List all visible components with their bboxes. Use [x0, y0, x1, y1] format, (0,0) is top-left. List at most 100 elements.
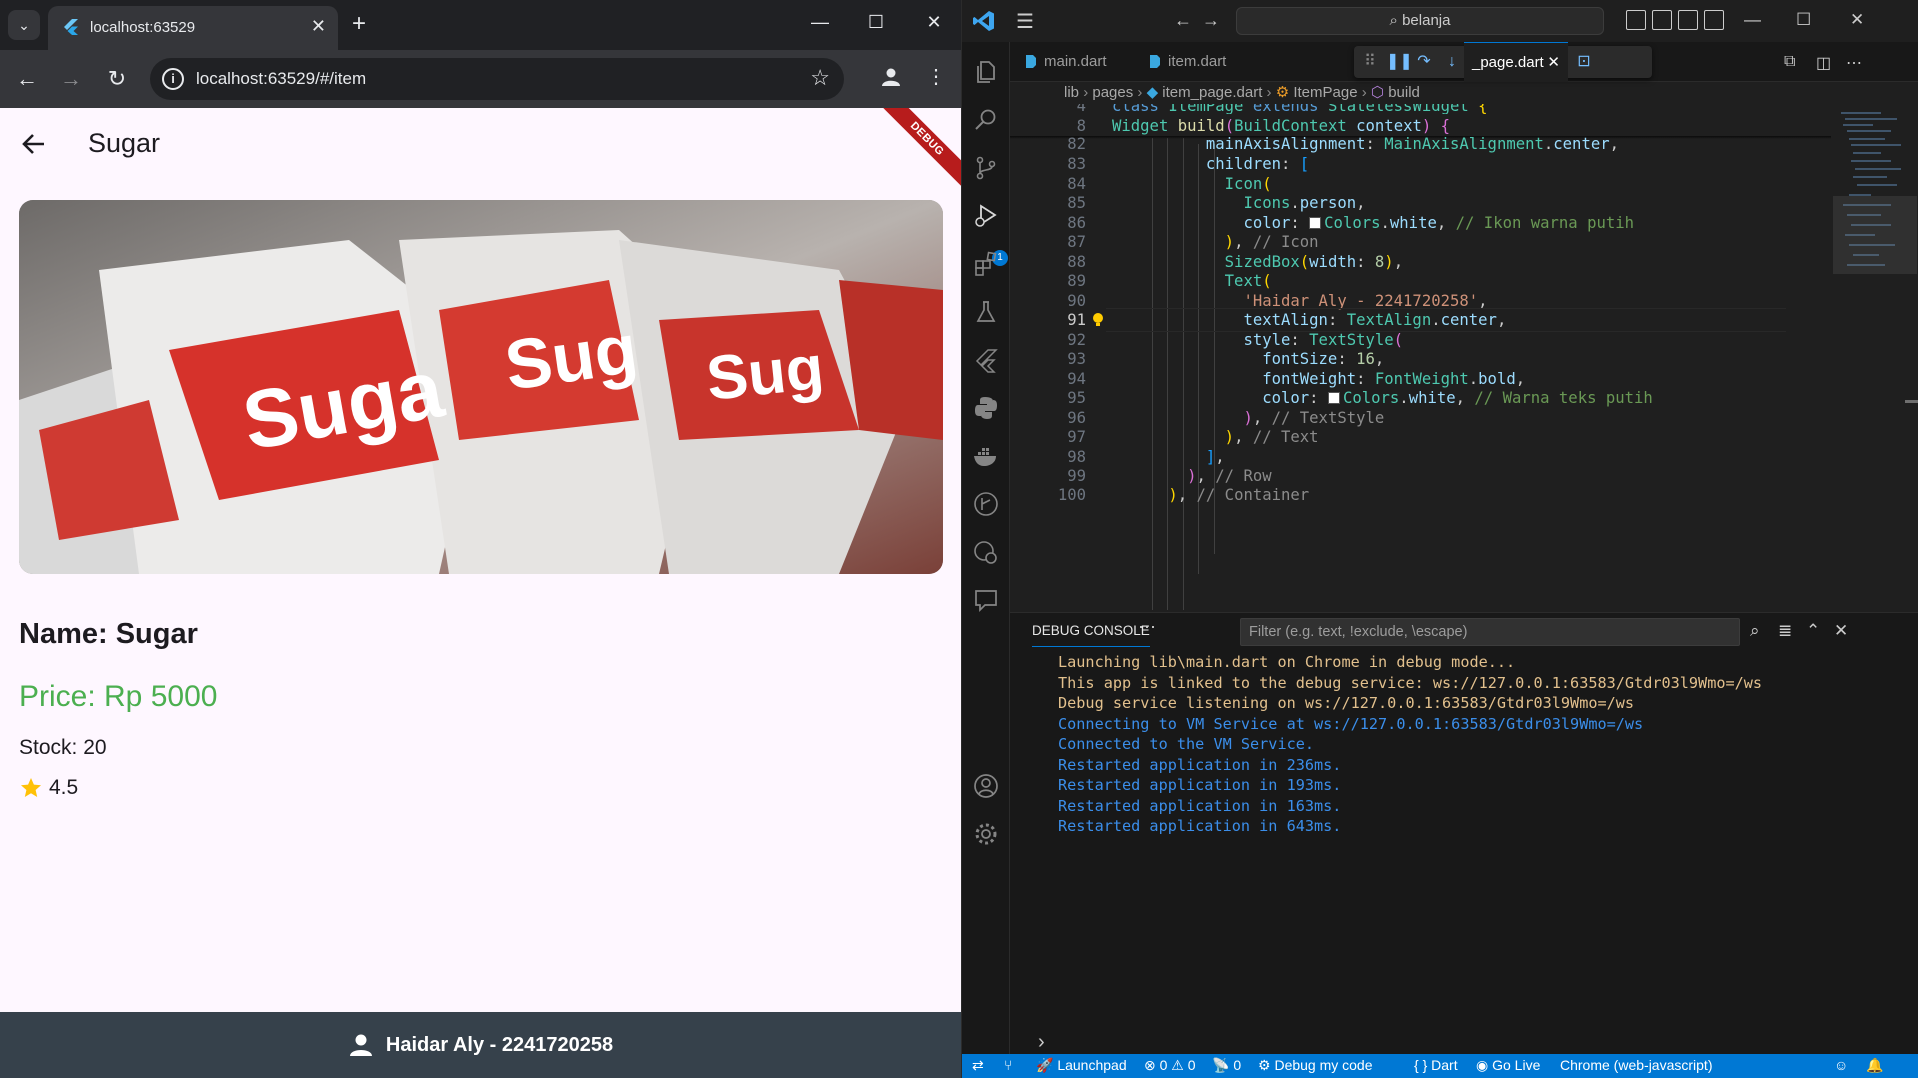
- close-window-icon[interactable]: ✕: [1850, 10, 1864, 30]
- console-line: Restarted application in 163ms.: [1058, 797, 1342, 815]
- devtools-icon[interactable]: ⊡: [1574, 52, 1594, 72]
- problems-indicator[interactable]: ⊗ 0 ⚠ 0: [1144, 1057, 1196, 1074]
- profile-icon[interactable]: [876, 62, 906, 92]
- breadcrumb-item[interactable]: ItemPage: [1293, 84, 1357, 101]
- maximize-icon[interactable]: ☐: [864, 12, 888, 33]
- pause-icon[interactable]: ❚❚: [1386, 52, 1413, 72]
- class-icon: ⚙: [1275, 84, 1290, 101]
- close-tab-icon[interactable]: ✕: [311, 16, 326, 37]
- chrome-toolbar: ← → ↻ i localhost:63529/#/item ☆ ⋮: [0, 50, 961, 108]
- remote-icon[interactable]: ⇄: [972, 1057, 984, 1074]
- python-icon[interactable]: [972, 394, 1000, 422]
- device-selector[interactable]: Chrome (web-javascript): [1560, 1057, 1712, 1073]
- split-editor-icon[interactable]: ◫: [1816, 53, 1831, 73]
- language-mode[interactable]: { } Dart: [1414, 1057, 1458, 1073]
- toggle-sidebar-icon[interactable]: [1626, 10, 1646, 30]
- search-icon[interactable]: [972, 106, 1000, 134]
- command-center-search[interactable]: ⌕ belanja: [1236, 7, 1604, 35]
- console-line: Restarted application in 643ms.: [1058, 817, 1342, 835]
- close-panel-icon[interactable]: ✕: [1834, 621, 1848, 641]
- go-live-button[interactable]: ◉ Go Live: [1476, 1057, 1540, 1074]
- menu-icon[interactable]: ☰: [1016, 9, 1034, 34]
- url-text[interactable]: localhost:63529/#/item: [196, 69, 366, 89]
- minimize-icon[interactable]: —: [1744, 10, 1761, 30]
- console-input-chevron-icon[interactable]: ›: [1038, 1031, 1045, 1054]
- notifications-bell-icon[interactable]: 🔔: [1866, 1057, 1883, 1074]
- back-arrow-icon[interactable]: [20, 130, 48, 158]
- testing-flask-icon[interactable]: [972, 298, 1000, 326]
- color-swatch[interactable]: [1309, 217, 1322, 229]
- minimap[interactable]: [1831, 104, 1918, 610]
- tab-item-page-dart[interactable]: _page.dart ✕: [1464, 42, 1568, 82]
- back-icon[interactable]: ←: [1174, 10, 1192, 31]
- maximize-icon[interactable]: ☐: [1796, 10, 1811, 30]
- minimap-slider[interactable]: [1833, 196, 1917, 274]
- console-filter-input[interactable]: Filter (e.g. text, !exclude, \escape): [1240, 618, 1740, 646]
- breadcrumb-item[interactable]: item_page.dart: [1162, 84, 1262, 101]
- drag-handle-icon[interactable]: ⠿: [1360, 52, 1380, 72]
- back-icon[interactable]: ←: [13, 66, 41, 92]
- docker-icon[interactable]: [972, 442, 1000, 470]
- console-line: This app is linked to the debug service:…: [1058, 674, 1763, 692]
- breadcrumb-item[interactable]: pages: [1092, 84, 1133, 101]
- remote-explorer-icon[interactable]: [972, 538, 1000, 566]
- flutter-icon: [64, 19, 78, 35]
- extensions-icon[interactable]: [972, 250, 1000, 278]
- source-control-icon[interactable]: [972, 154, 1000, 182]
- close-tab-icon[interactable]: ✕: [1547, 43, 1560, 83]
- tab-item-dart[interactable]: item.dart: [1134, 42, 1264, 82]
- scrollbar-thumb[interactable]: [1905, 400, 1918, 403]
- gear-icon[interactable]: [972, 820, 1000, 848]
- step-over-icon[interactable]: ↷: [1414, 52, 1434, 72]
- debug-console-panel: DEBUG CONSOLE ⋯ Filter (e.g. text, !excl…: [1010, 612, 1918, 1054]
- site-info-icon[interactable]: i: [162, 68, 184, 90]
- git-icon[interactable]: ⑂: [1004, 1057, 1012, 1073]
- open-changes-icon[interactable]: ⧉: [1784, 53, 1795, 71]
- maximize-panel-icon[interactable]: ⌃: [1806, 621, 1820, 641]
- tab-main-dart[interactable]: main.dart: [1010, 42, 1132, 82]
- product-rating: 4.5: [19, 776, 78, 800]
- debug-mode-indicator[interactable]: ⚙ Debug my code: [1258, 1057, 1373, 1074]
- flutter-devtools-icon[interactable]: [972, 346, 1000, 374]
- footer-bar: Haidar Aly - 2241720258: [0, 1012, 961, 1078]
- search-text: belanja: [1402, 12, 1451, 29]
- tab-search-button[interactable]: ⌄: [8, 10, 40, 40]
- chat-icon[interactable]: [972, 586, 1000, 614]
- more-actions-icon[interactable]: ⋯: [1138, 617, 1156, 638]
- breadcrumb-item[interactable]: lib: [1064, 84, 1079, 101]
- step-into-icon[interactable]: ↓: [1442, 52, 1462, 72]
- console-line: Restarted application in 193ms.: [1058, 776, 1342, 794]
- tab-debug-console[interactable]: DEBUG CONSOLE: [1032, 623, 1150, 647]
- ports-indicator[interactable]: 📡 0: [1212, 1057, 1241, 1074]
- browser-tab[interactable]: localhost:63529 ✕: [48, 6, 338, 50]
- more-actions-icon[interactable]: ⋯: [1846, 53, 1862, 73]
- tab-label: _page.dart: [1472, 54, 1544, 71]
- breadcrumb-item[interactable]: build: [1388, 84, 1420, 101]
- minimize-icon[interactable]: —: [808, 12, 832, 33]
- chrome-menu-icon[interactable]: ⋮: [926, 64, 946, 89]
- bookmark-star-icon[interactable]: ☆: [810, 65, 830, 91]
- forward-icon[interactable]: →: [1202, 10, 1220, 31]
- toggle-secondary-sidebar-icon[interactable]: [1678, 10, 1698, 30]
- git-graph-icon[interactable]: [972, 490, 1000, 518]
- customize-layout-icon[interactable]: [1704, 10, 1724, 30]
- chevron-down-icon: ⌄: [18, 16, 30, 33]
- toggle-panel-icon[interactable]: [1652, 10, 1672, 30]
- clear-console-icon[interactable]: ≣: [1778, 621, 1792, 641]
- copilot-icon[interactable]: ☺: [1834, 1057, 1848, 1073]
- explorer-icon[interactable]: [972, 58, 1000, 86]
- close-window-icon[interactable]: ✕: [922, 12, 946, 33]
- console-line: Restarted application in 236ms.: [1058, 756, 1342, 774]
- color-swatch[interactable]: [1327, 392, 1340, 404]
- new-tab-button[interactable]: +: [352, 10, 366, 38]
- reload-icon[interactable]: ↻: [103, 66, 131, 92]
- product-stock: Stock: 20: [19, 736, 107, 759]
- address-bar[interactable]: i localhost:63529/#/item ☆: [150, 58, 844, 100]
- accounts-icon[interactable]: [972, 772, 1000, 800]
- search-icon[interactable]: ⌕: [1750, 621, 1760, 641]
- star-icon: [21, 778, 41, 797]
- forward-icon[interactable]: →: [57, 66, 85, 92]
- run-debug-icon[interactable]: [972, 202, 1000, 230]
- launchpad-button[interactable]: 🚀 Launchpad: [1036, 1057, 1127, 1074]
- code-editor[interactable]: 4 class ItemPage extends StatelessWidget …: [1010, 104, 1918, 610]
